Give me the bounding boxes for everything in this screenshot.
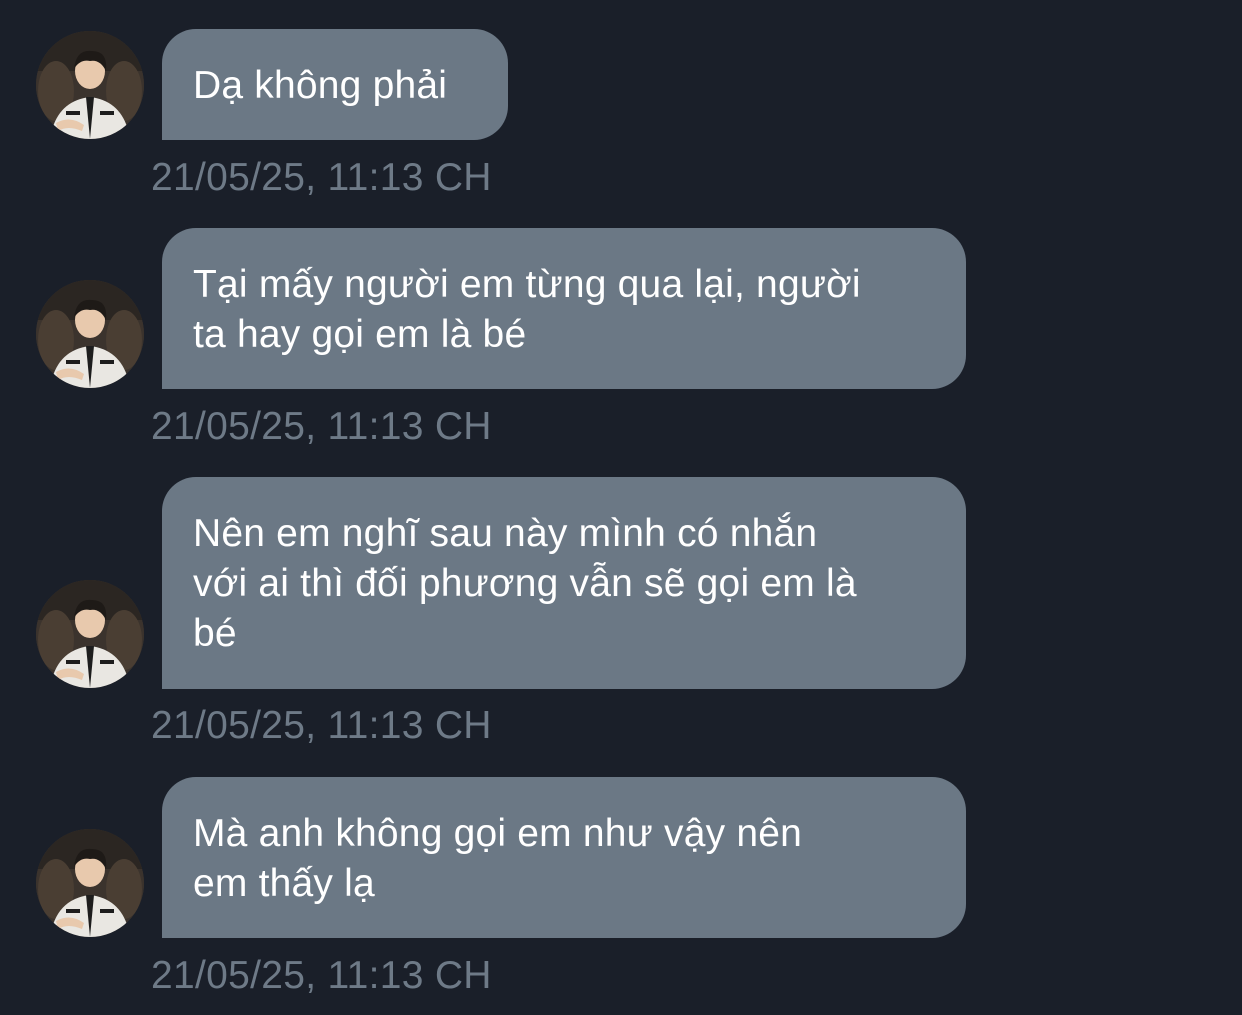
- message-item: Mà anh không gọi em như vậy nên em thấy …: [0, 0, 1242, 1000]
- message-timestamp: 21/05/25, 11:13 CH: [151, 954, 492, 997]
- message-bubble[interactable]: Mà anh không gọi em như vậy nên em thấy …: [162, 777, 966, 938]
- profile-photo-icon: [36, 829, 144, 937]
- avatar[interactable]: [36, 829, 144, 937]
